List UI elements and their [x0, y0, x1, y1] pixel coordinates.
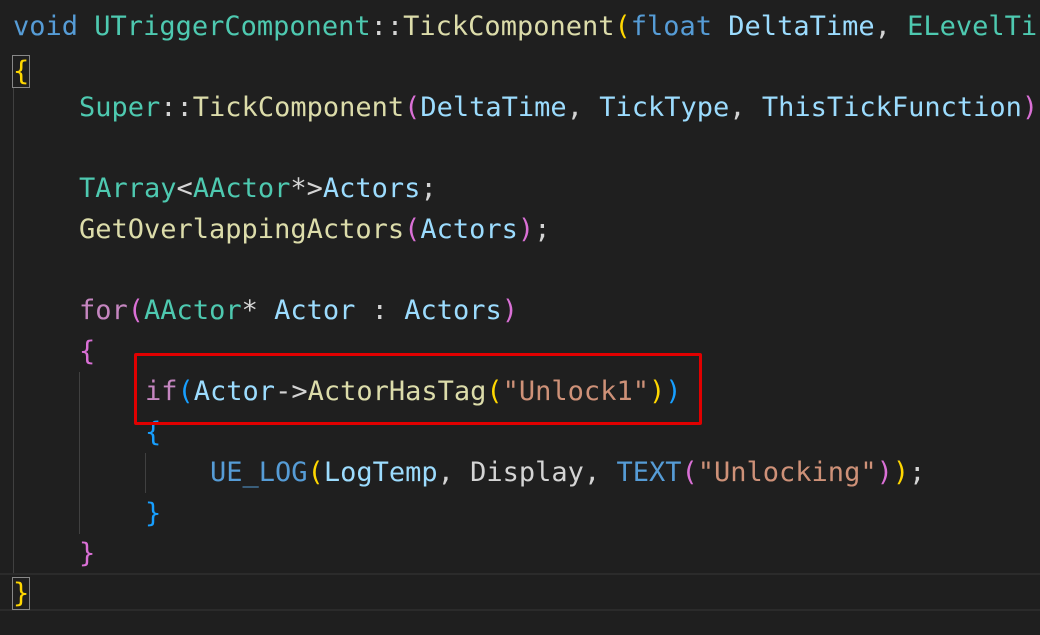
pointer-star: * — [241, 295, 258, 326]
arg-actors: Actors — [420, 214, 518, 245]
code-line-2[interactable]: { — [11, 52, 31, 92]
class-name: UTriggerComponent — [94, 11, 371, 42]
code-line-15[interactable]: } — [11, 574, 31, 614]
scope-operator: :: — [370, 11, 404, 42]
paren-open: ( — [681, 457, 698, 488]
comma: , — [874, 11, 891, 42]
indent-guide — [13, 88, 14, 574]
code-line-13[interactable]: } — [145, 494, 161, 534]
type-aactor: AActor — [144, 295, 242, 326]
param-deltatime: DeltaTime — [728, 11, 875, 42]
paren-open: ( — [404, 92, 421, 123]
arg-thistickfunction: ThisTickFunction — [761, 92, 1022, 123]
super-keyword: Super — [79, 92, 161, 123]
comma: , — [729, 92, 746, 123]
colon: : — [371, 295, 388, 326]
paren-close: ) — [501, 295, 519, 326]
code-line-12[interactable]: UE_LOG(LogTemp, Display, TEXT("Unlocking… — [210, 453, 925, 493]
scope-operator: :: — [160, 92, 193, 123]
arg-display: Display — [470, 457, 584, 488]
code-line-3[interactable]: Super::TickComponent(DeltaTime, TickType… — [79, 88, 1038, 128]
highlight-annotation-box — [134, 353, 702, 425]
var-actor: Actor — [274, 295, 356, 326]
var-actors: Actors — [322, 173, 421, 204]
code-editor[interactable]: void UTriggerComponent::TickComponent(fl… — [0, 0, 1040, 635]
paren-open: ( — [404, 214, 421, 245]
paren-open: ( — [614, 11, 631, 42]
arg-logtemp: LogTemp — [323, 457, 438, 488]
keyword-for: for — [79, 295, 128, 326]
paren-close: ) — [1021, 92, 1039, 123]
function-name: TickComponent — [192, 92, 405, 123]
function-name: GetOverlappingActors — [79, 214, 405, 245]
current-line-highlight — [0, 573, 1040, 611]
code-line-1[interactable]: void UTriggerComponent::TickComponent(fl… — [13, 7, 1037, 47]
function-name: TickComponent — [403, 11, 615, 42]
brace-open: { — [11, 55, 31, 88]
string-literal: "Unlocking" — [697, 457, 877, 488]
angle-close: > — [306, 173, 323, 204]
brace-open: { — [79, 336, 96, 367]
brace-close: } — [79, 538, 96, 569]
code-line-6[interactable]: GetOverlappingActors(Actors); — [79, 210, 550, 250]
comma: , — [437, 457, 454, 488]
macro-text: TEXT — [616, 457, 682, 488]
paren-open: ( — [307, 457, 324, 488]
code-line-5[interactable]: TArray<AActor*>Actors; — [79, 169, 437, 209]
param-type: ELevelTi — [907, 11, 1038, 42]
paren-open: ( — [127, 295, 145, 326]
arg-ticktype: TickType — [599, 92, 730, 123]
type-tarray: TArray — [79, 173, 177, 204]
angle-open: < — [176, 173, 193, 204]
paren-close: ) — [517, 214, 535, 245]
code-line-9[interactable]: { — [79, 332, 95, 372]
macro-ue-log: UE_LOG — [210, 457, 308, 488]
indent-guide — [79, 372, 80, 534]
brace-close: } — [145, 498, 162, 529]
semicolon: ; — [909, 457, 926, 488]
paren-close: ) — [876, 457, 893, 488]
brace-close: } — [11, 577, 31, 610]
var-actors: Actors — [404, 295, 502, 326]
semicolon: ; — [534, 214, 551, 245]
arg-deltatime: DeltaTime — [420, 92, 567, 123]
semicolon: ; — [420, 173, 437, 204]
pointer-star: * — [290, 173, 307, 204]
type-aactor: AActor — [192, 173, 291, 204]
comma: , — [566, 92, 583, 123]
paren-close: ) — [892, 457, 910, 488]
keyword-float: float — [630, 11, 713, 42]
code-line-14[interactable]: } — [79, 534, 95, 574]
comma: , — [583, 457, 601, 488]
keyword-void: void — [13, 11, 79, 42]
indent-guide — [145, 453, 146, 493]
code-line-8[interactable]: for(AActor* Actor : Actors) — [79, 291, 518, 331]
